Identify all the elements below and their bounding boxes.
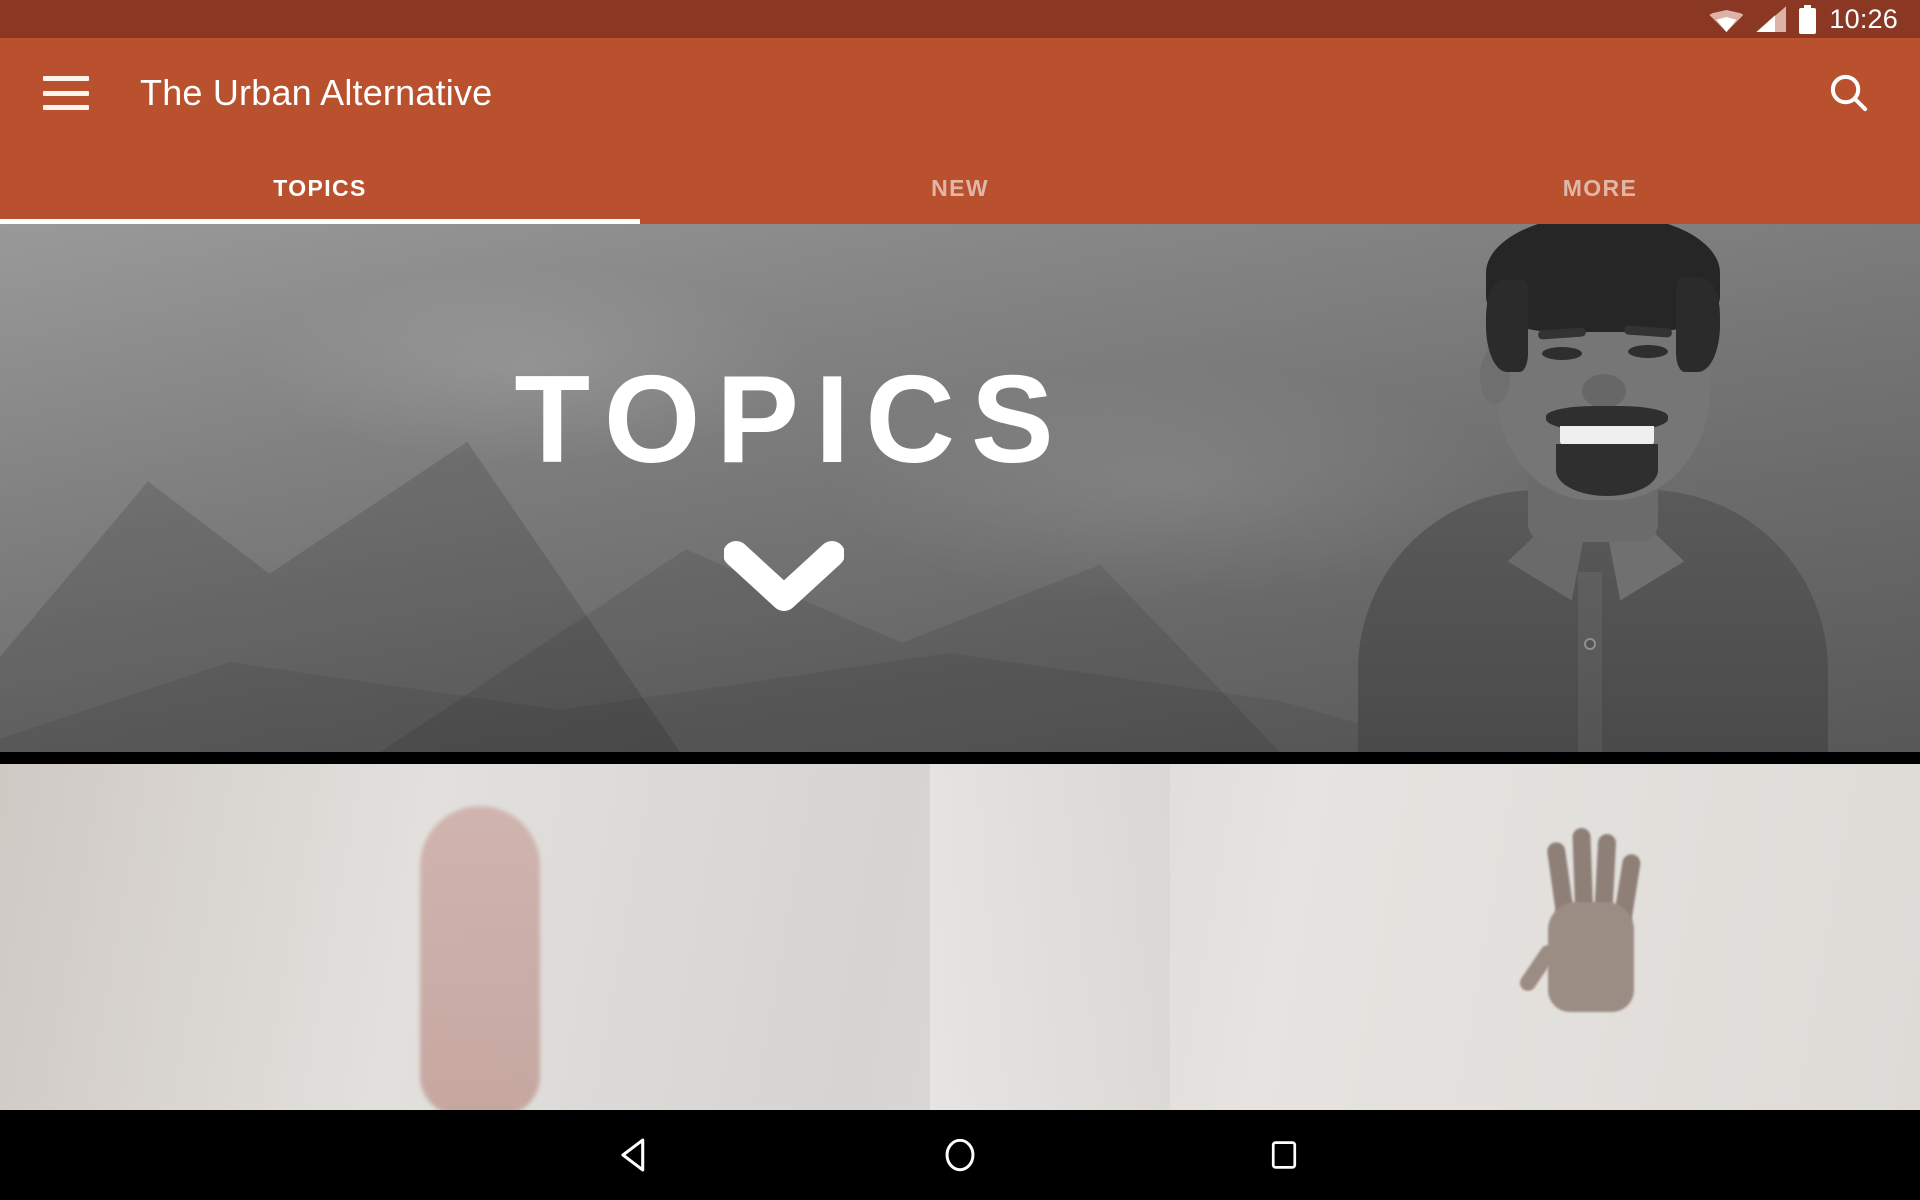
battery-icon	[1799, 4, 1817, 34]
search-icon[interactable]	[1822, 66, 1876, 120]
raised-hand-figure	[1516, 792, 1660, 1012]
app-bar-top-row: The Urban Alternative	[0, 38, 1920, 148]
status-bar-clock: 10:26	[1829, 3, 1898, 34]
tab-new[interactable]: NEW	[640, 148, 1280, 224]
tab-more[interactable]: MORE	[1280, 148, 1920, 224]
home-button[interactable]	[922, 1117, 998, 1193]
app-bar: The Urban Alternative TOPICS NEW MORE	[0, 38, 1920, 224]
wifi-icon	[1709, 6, 1744, 32]
hamburger-menu-icon[interactable]	[43, 76, 89, 110]
tab-bar: TOPICS NEW MORE	[0, 148, 1920, 224]
recents-button[interactable]	[1246, 1117, 1322, 1193]
tab-new-label: NEW	[931, 175, 989, 201]
tab-topics[interactable]: TOPICS	[0, 148, 640, 224]
page-title: The Urban Alternative	[140, 72, 493, 113]
tab-more-label: MORE	[1562, 175, 1638, 201]
card-second-foreground-shape	[420, 806, 540, 1110]
app-screen: 10:26 The Urban Alternative TOPICS NEW M…	[0, 0, 1920, 1200]
speaker-portrait	[1320, 224, 1880, 752]
android-navigation-bar	[0, 1110, 1920, 1200]
card-second[interactable]	[0, 764, 1920, 1110]
cellular-signal-icon	[1756, 6, 1787, 32]
card-second-background	[930, 764, 1170, 1110]
status-bar: 10:26	[0, 0, 1920, 38]
back-button[interactable]	[598, 1117, 674, 1193]
hero-card-topics[interactable]: TOPICS	[0, 224, 1920, 752]
tab-topics-label: TOPICS	[273, 175, 367, 201]
